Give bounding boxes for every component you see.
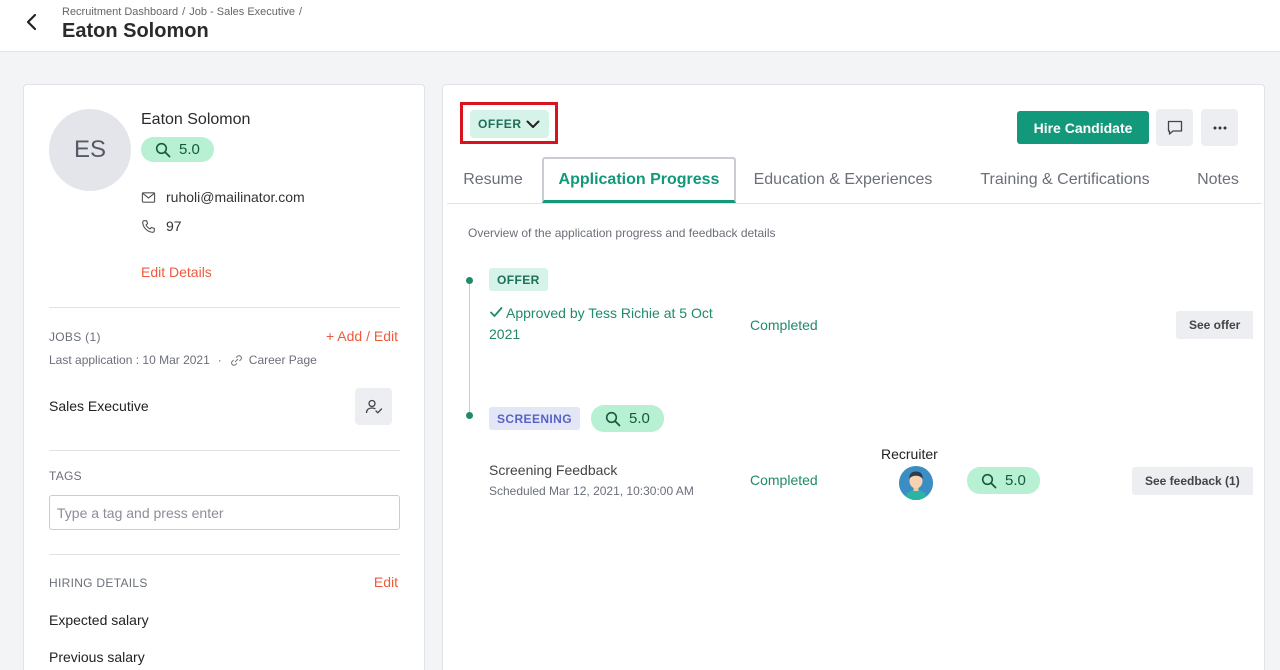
last-application-info: Last application : 10 Mar 2021 · Career … — [49, 353, 317, 367]
divider — [49, 307, 400, 308]
screening-score-value: 5.0 — [629, 410, 650, 427]
tags-section-label: TAGS — [49, 469, 82, 483]
status-dropdown[interactable]: OFFER — [470, 110, 549, 138]
search-icon — [155, 142, 171, 157]
timeline-dot — [466, 412, 473, 419]
breadcrumb-item-dashboard[interactable]: Recruitment Dashboard — [62, 6, 178, 18]
email-row: ruholi@mailinator.com — [141, 189, 305, 205]
candidate-score-badge: 5.0 — [141, 137, 214, 162]
application-source: Career Page — [248, 353, 317, 367]
link-icon — [230, 354, 242, 366]
mail-icon — [141, 191, 156, 203]
recruiter-avatar-icon — [899, 466, 933, 500]
progress-overview-text: Overview of the application progress and… — [468, 226, 776, 240]
avatar: ES — [49, 109, 131, 191]
tab-training-certifications[interactable]: Training & Certifications — [965, 157, 1165, 203]
job-title[interactable]: Sales Executive — [49, 398, 149, 414]
jobs-section-label: JOBS (1) — [49, 330, 101, 344]
recruiter-label: Recruiter — [881, 446, 938, 462]
hiring-edit-link[interactable]: Edit — [374, 574, 398, 590]
tag-input[interactable] — [49, 495, 400, 530]
page-title: Eaton Solomon — [62, 20, 209, 42]
screening-score-badge: 5.0 — [591, 405, 664, 432]
feedback-title: Screening Feedback — [489, 462, 618, 478]
add-edit-jobs-link[interactable]: + Add / Edit — [326, 328, 398, 344]
see-feedback-button[interactable]: See feedback (1) — [1132, 467, 1253, 495]
previous-salary-label: Previous salary — [49, 649, 145, 665]
feedback-schedule: Scheduled Mar 12, 2021, 10:30:00 AM — [489, 484, 694, 498]
edit-details-link[interactable]: Edit Details — [141, 264, 212, 280]
breadcrumb: Recruitment Dashboard / Job - Sales Execut… — [62, 6, 306, 18]
header: Recruitment Dashboard / Job - Sales Execut… — [0, 0, 1280, 52]
tab-application-progress[interactable]: Application Progress — [542, 157, 736, 203]
more-options-button[interactable] — [1201, 109, 1238, 146]
checkmark-icon — [490, 307, 503, 317]
screening-status: Completed — [750, 472, 818, 488]
stage-badge-screening: SCREENING — [489, 407, 580, 430]
timeline-dot — [466, 277, 473, 284]
application-panel: OFFER Hire Candidate Resume Application … — [442, 84, 1265, 670]
hire-candidate-button[interactable]: Hire Candidate — [1017, 111, 1149, 144]
tab-notes[interactable]: Notes — [1185, 157, 1251, 203]
comment-icon — [1167, 120, 1182, 135]
user-check-icon — [365, 399, 382, 413]
more-icon — [1213, 126, 1226, 129]
tab-education-experiences[interactable]: Education & Experiences — [743, 157, 943, 203]
divider — [49, 450, 400, 451]
search-icon — [605, 411, 621, 426]
candidate-name: Eaton Solomon — [141, 111, 251, 128]
user-check-button[interactable] — [355, 388, 392, 425]
dot-separator: · — [217, 353, 222, 367]
approved-by-text: Approved by Tess Richie at 5 Oct 2021 — [489, 305, 713, 342]
divider — [49, 554, 400, 555]
see-offer-button[interactable]: See offer — [1176, 311, 1254, 339]
phone-icon — [142, 219, 155, 233]
candidate-profile-panel: ES Eaton Solomon 5.0 ruholi@mailinator.c… — [23, 84, 425, 670]
candidate-phone: 97 — [166, 218, 182, 234]
recruiter-avatar — [899, 466, 933, 500]
recruiter-score-value: 5.0 — [1005, 472, 1026, 489]
offer-status: Completed — [750, 317, 818, 333]
tab-bar: Resume Application Progress Education & … — [447, 157, 1262, 204]
expected-salary-label: Expected salary — [49, 612, 149, 628]
phone-row: 97 — [141, 218, 182, 234]
comment-button[interactable] — [1156, 109, 1193, 146]
candidate-email: ruholi@mailinator.com — [166, 189, 305, 205]
hiring-details-label: HIRING DETAILS — [49, 576, 148, 590]
approval-text: Approved by Tess Richie at 5 Oct 2021 — [489, 303, 739, 345]
timeline-line — [469, 279, 470, 417]
search-icon — [981, 473, 997, 488]
chevron-down-icon — [526, 120, 540, 128]
breadcrumb-separator: / — [299, 6, 303, 18]
status-dropdown-label: OFFER — [478, 117, 522, 131]
tab-resume[interactable]: Resume — [447, 157, 539, 203]
back-arrow-icon[interactable] — [20, 10, 44, 34]
breadcrumb-item-job[interactable]: Job - Sales Executive — [189, 6, 295, 18]
candidate-score-value: 5.0 — [179, 141, 200, 158]
recruiter-score-badge: 5.0 — [967, 467, 1040, 494]
stage-badge-offer: OFFER — [489, 268, 548, 291]
last-application-date: Last application : 10 Mar 2021 — [49, 353, 210, 367]
breadcrumb-separator: / — [182, 6, 186, 18]
